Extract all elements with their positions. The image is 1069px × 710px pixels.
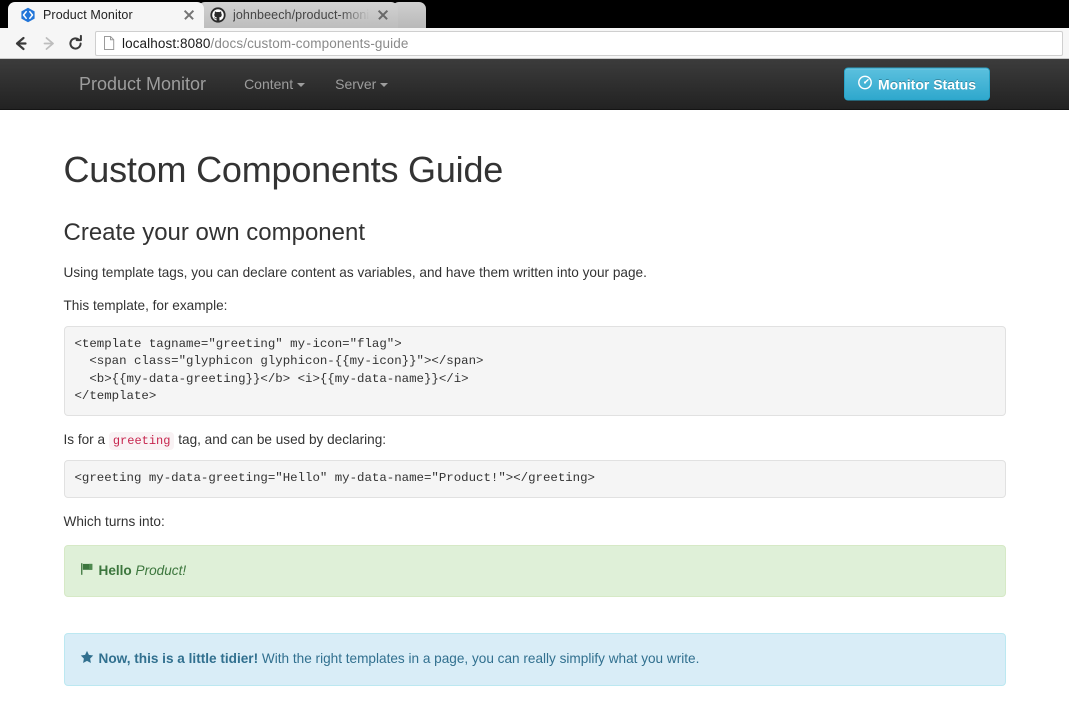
star-icon — [80, 650, 94, 669]
nav-link-server[interactable]: Server — [320, 59, 403, 110]
nav-link-content[interactable]: Content — [229, 59, 320, 110]
info-alert-bold: Now, this is a little tidier! — [98, 651, 259, 667]
tab-title: johnbeech/product-monit — [233, 8, 370, 22]
reload-icon[interactable] — [62, 30, 89, 57]
info-tidier-alert: Now, this is a little tidier! With the r… — [63, 633, 1006, 686]
nav-link-label: Server — [335, 75, 377, 92]
tab-close-icon[interactable] — [182, 8, 196, 22]
dashboard-meter-icon — [858, 75, 872, 93]
page-document-icon — [102, 35, 116, 51]
page-container: Custom Components Guide Create your own … — [63, 110, 1006, 710]
usage-prefix: Is for a — [63, 432, 106, 448]
navbar-links: Content Server — [229, 59, 403, 110]
inline-code-greeting: greeting — [108, 432, 175, 451]
result-alert-bold: Hello — [98, 562, 132, 578]
result-success-alert: Hello Product! — [63, 544, 1006, 598]
back-arrow-icon[interactable] — [8, 30, 35, 57]
github-favicon — [210, 7, 226, 23]
monitor-status-label: Monitor Status — [878, 76, 976, 92]
section-heading-create-component: Create your own component — [63, 218, 366, 246]
product-monitor-favicon — [20, 7, 36, 23]
code-block-usage: <greeting my-data-greeting="Hello" my-da… — [63, 460, 1006, 498]
chevron-down-icon — [380, 82, 389, 87]
site-navbar: Product Monitor Content Server Monitor S… — [0, 59, 1069, 110]
address-bar[interactable]: localhost:8080/docs/custom-components-gu… — [95, 30, 1063, 56]
result-label-text: Which turns into: — [63, 513, 165, 529]
tab-close-icon[interactable] — [376, 8, 390, 22]
tab-title: Product Monitor — [43, 8, 133, 22]
page-title: Custom Components Guide — [63, 149, 504, 190]
usage-suffix: tag, and can be used by declaring: — [178, 432, 387, 448]
tab-strip: Product Monitor johnbeech/product-monit — [0, 0, 1069, 28]
browser-tab-product-monitor[interactable]: Product Monitor — [8, 2, 204, 28]
chevron-down-icon — [297, 82, 306, 87]
forward-arrow-icon — [35, 30, 62, 57]
browser-chrome: Product Monitor johnbeech/product-monit — [0, 0, 1069, 28]
browser-tab-github[interactable]: johnbeech/product-monit — [198, 2, 398, 28]
navbar-brand[interactable]: Product Monitor — [64, 59, 221, 110]
flag-icon — [80, 562, 94, 581]
code-block-template: <template tagname="greeting" my-icon="fl… — [63, 325, 1006, 417]
navbar-right: Monitor Status — [844, 67, 990, 101]
browser-toolbar: localhost:8080/docs/custom-components-gu… — [0, 28, 1069, 59]
nav-link-label: Content — [244, 75, 294, 92]
result-alert-italic: Product! — [135, 562, 187, 578]
monitor-status-button[interactable]: Monitor Status — [844, 67, 990, 101]
section-intro-text: Using template tags, you can declare con… — [63, 264, 647, 280]
alert-spacer — [64, 597, 1006, 619]
info-alert-text: With the right templates in a page, you … — [261, 651, 700, 667]
url-text: localhost:8080/docs/custom-components-gu… — [122, 36, 408, 51]
template-lead-in-text: This template, for example: — [63, 298, 228, 314]
usage-description: Is for a greeting tag, and can be used b… — [63, 430, 1006, 451]
url-host: localhost:8080 — [122, 35, 211, 51]
url-path: /docs/custom-components-guide — [210, 35, 409, 51]
